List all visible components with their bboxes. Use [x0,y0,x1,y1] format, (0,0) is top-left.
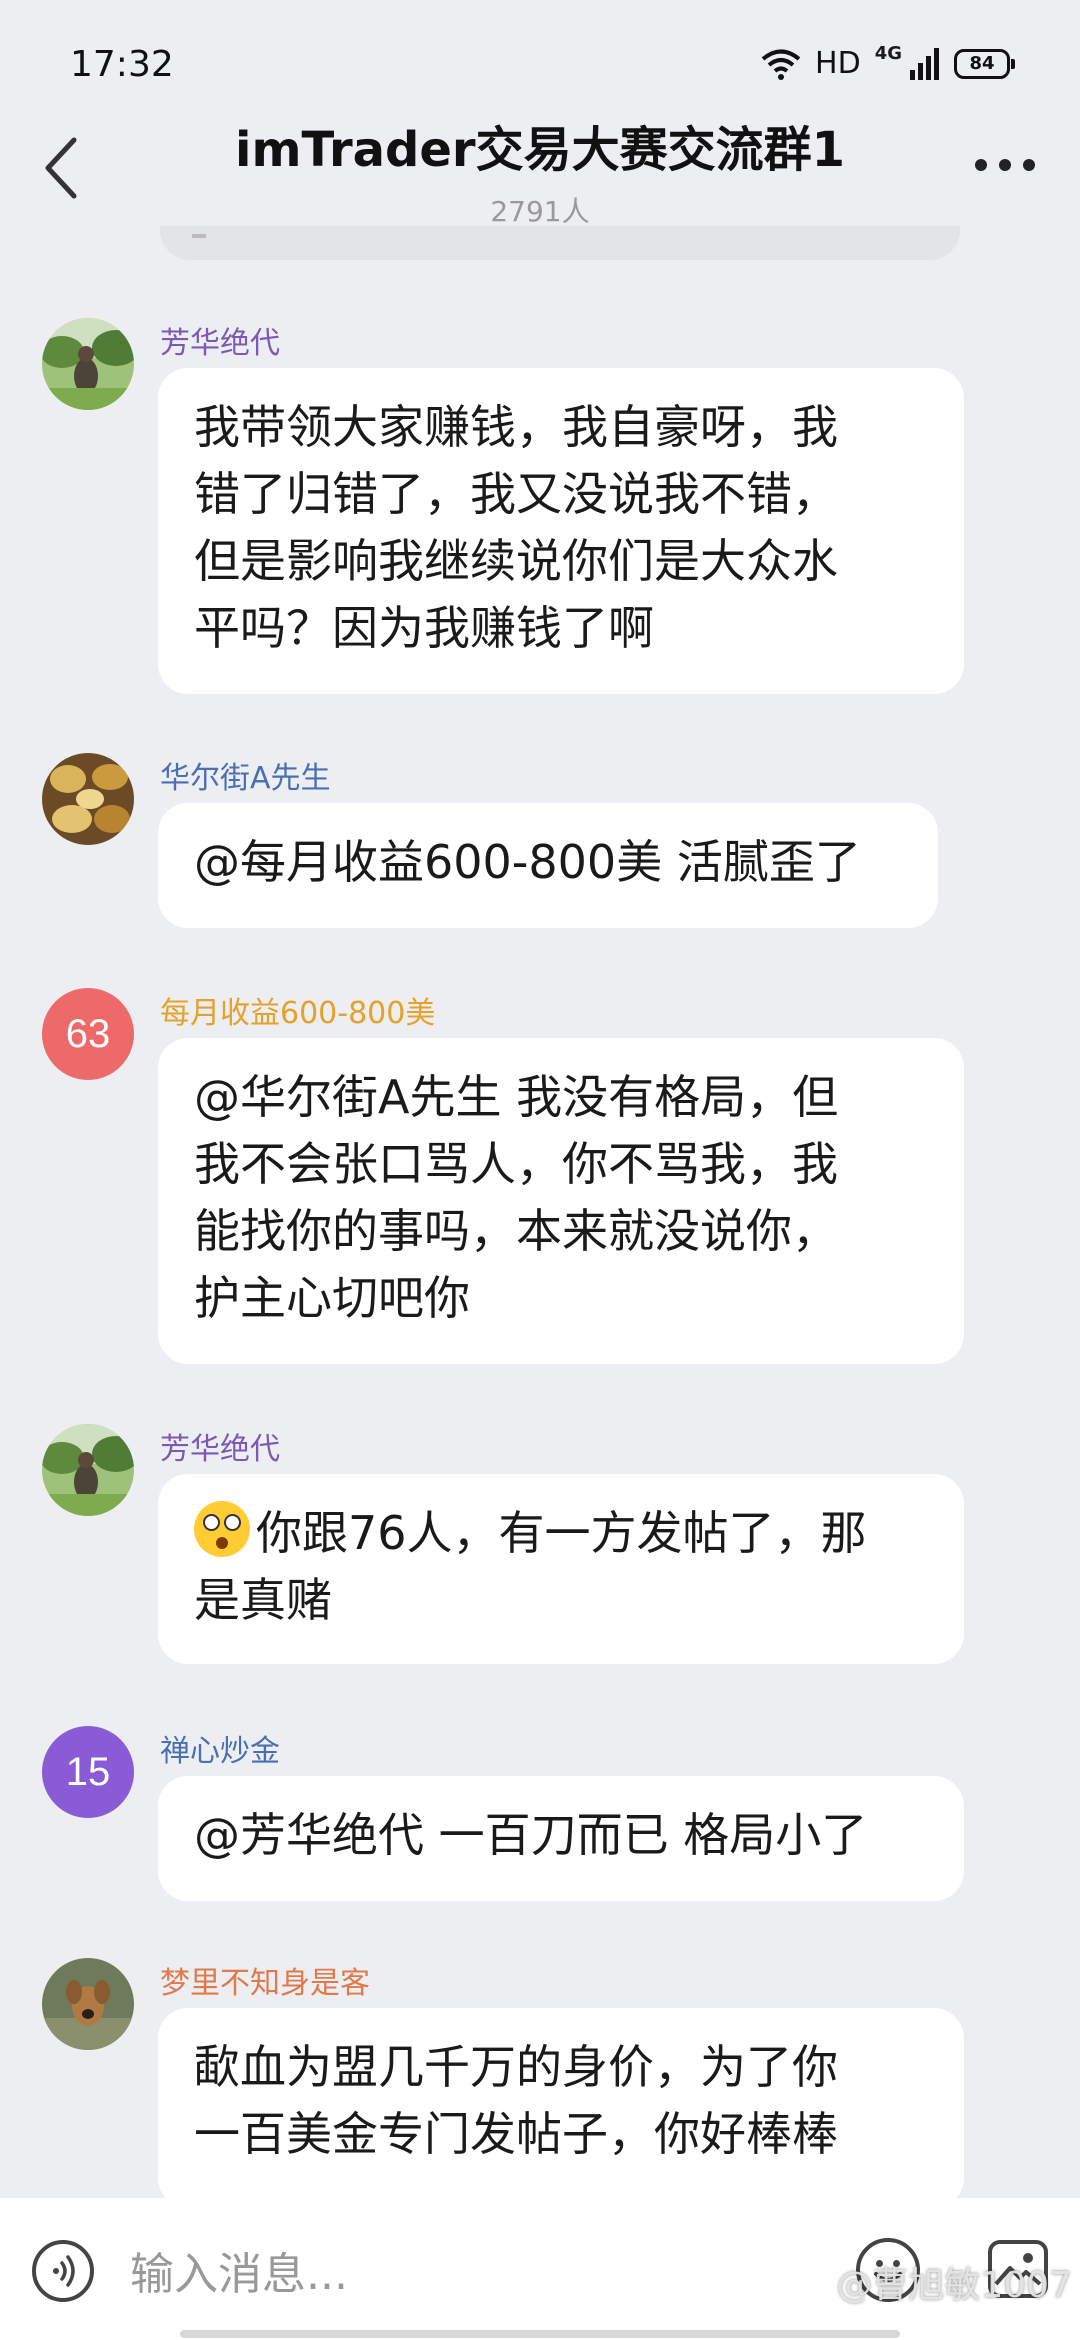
avatar[interactable] [42,1958,134,2050]
more-dot-icon [975,159,987,171]
message-bubble[interactable]: 你跟76人，有一方发帖了，那 是真赌 [158,1474,964,1664]
avatar[interactable] [42,1424,134,1516]
landscape-photo-avatar [42,318,134,410]
message-bubble[interactable]: 我带领大家赚钱，我自豪呀，我 错了归错了，我又没说我不错， 但是影响我继续说你们… [158,368,964,694]
more-dot-icon [999,159,1011,171]
message-bubble[interactable]: @华尔街A先生 我没有格局，但 我不会张口骂人，你不骂我，我 能找你的事吗，本来… [158,1038,964,1364]
sender-name: 芳华绝代 [160,1432,280,1467]
page-title: imTrader交易大赛交流群1 [235,122,845,178]
status-icons: HD 4G 84 [761,43,1015,81]
sender-name: 华尔街A先生 [160,761,331,796]
message-bubble[interactable]: 歃血为盟几千万的身价，为了你 一百美金专门发帖子，你好棒棒 [158,2008,964,2208]
message-input[interactable]: 输入消息... [130,2238,348,2302]
dog-photo-avatar [42,1958,134,2050]
voice-icon [53,2255,75,2287]
sender-name: 禅心炒金 [160,1734,280,1769]
avatar[interactable] [42,753,134,845]
status-time: 17:32 [70,44,174,85]
voice-input-button[interactable] [32,2240,94,2302]
avatar[interactable] [42,318,134,410]
watermark: @曹旭敏1007 [836,2265,1072,2306]
signal-icon [910,47,939,80]
battery-icon: 84 [954,48,1015,79]
home-indicator[interactable] [180,2330,900,2338]
input-bar: 输入消息... @曹旭敏1007 [0,2198,1080,2340]
food-photo-avatar [42,753,134,845]
more-dot-icon [1023,159,1035,171]
avatar[interactable]: 15 [42,1726,134,1818]
wifi-icon [761,49,801,80]
network-label: 4G [874,43,902,64]
sender-name: 芳华绝代 [160,326,280,361]
flushed-face-icon [194,1501,250,1557]
previous-message-bubble [160,226,960,260]
message-text: 你跟76人，有一方发帖了，那 是真赌 [194,1506,867,1627]
avatar[interactable]: 63 [42,988,134,1080]
previous-message-fragment [192,234,206,238]
hd-label: HD [815,46,861,81]
member-count: 2791人 [490,195,590,228]
sender-name: 每月收益600-800美 [160,996,436,1031]
message-bubble[interactable]: @芳华绝代 一百刀而已 格局小了 [158,1776,964,1901]
message-bubble[interactable]: @每月收益600-800美 活腻歪了 [158,803,938,928]
sender-name: 梦里不知身是客 [160,1966,370,2001]
landscape-photo-avatar [42,1424,134,1516]
more-options-button[interactable] [960,140,1050,190]
